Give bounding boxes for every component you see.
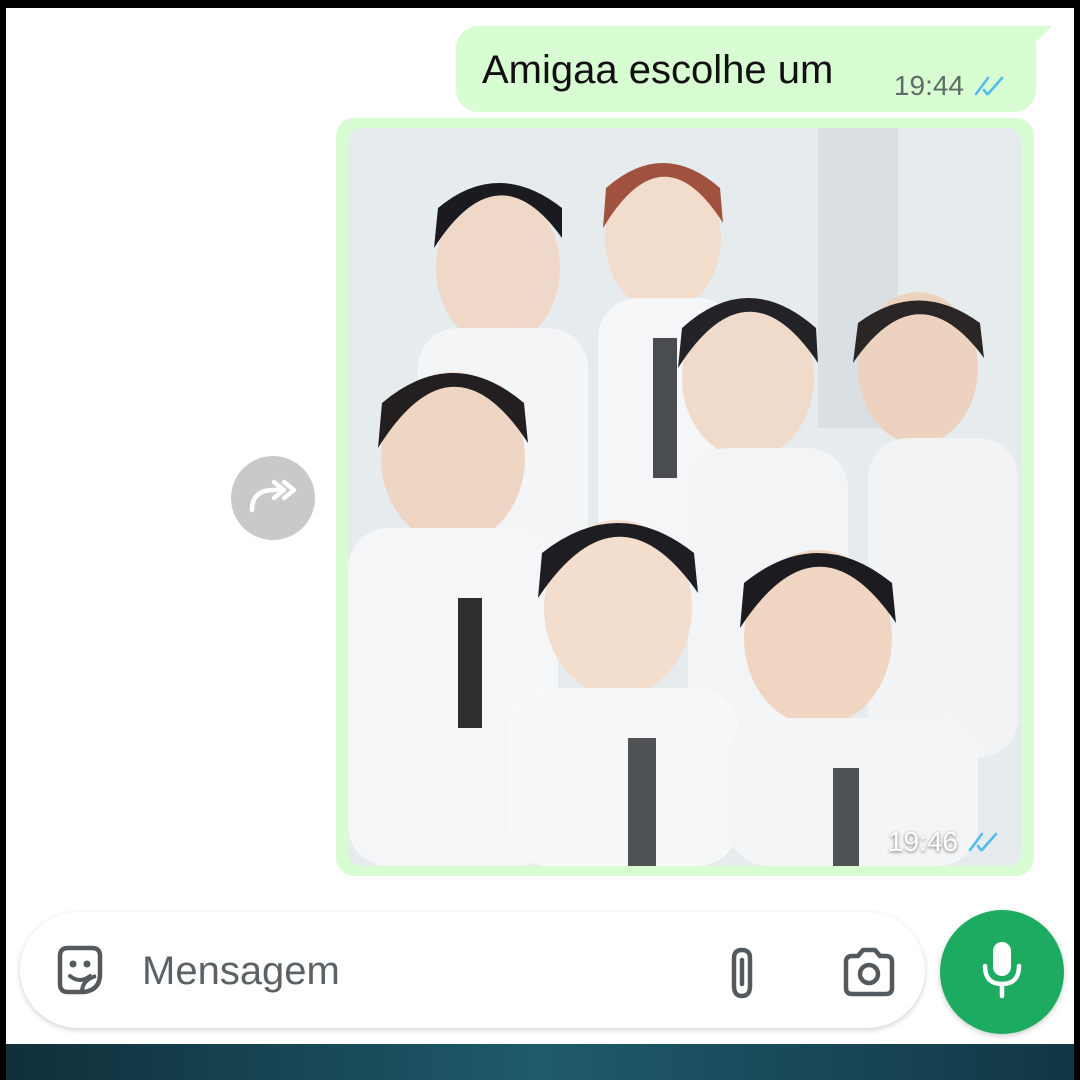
read-ticks-icon (974, 74, 1014, 98)
outgoing-image-message[interactable]: 19:46 (336, 118, 1034, 876)
message-composer (20, 912, 925, 1028)
background-wallpaper-strip (6, 1044, 1074, 1080)
message-text: Amigaa escolhe um (482, 48, 834, 92)
message-meta: 19:46 (888, 826, 1008, 858)
microphone-button[interactable] (940, 910, 1064, 1034)
microphone-icon (980, 940, 1024, 1005)
message-time: 19:46 (887, 826, 958, 857)
sticker-icon[interactable] (52, 942, 108, 1003)
forward-icon (246, 476, 300, 521)
bubble-tail (1030, 26, 1052, 48)
read-ticks-icon (968, 830, 1008, 854)
message-input[interactable] (140, 940, 664, 1002)
message-meta: 19:44 (894, 70, 1014, 102)
forward-button[interactable] (231, 456, 315, 540)
message-time: 19:44 (893, 70, 964, 101)
outgoing-text-message[interactable]: Amigaa escolhe um 19:44 (456, 26, 1052, 112)
camera-icon[interactable] (840, 946, 898, 1003)
message-photo[interactable] (348, 128, 1022, 866)
paperclip-icon[interactable] (720, 946, 766, 1007)
chat-screen: Amigaa escolhe um 19:44 19:46 Mensagem (6, 8, 1074, 1044)
